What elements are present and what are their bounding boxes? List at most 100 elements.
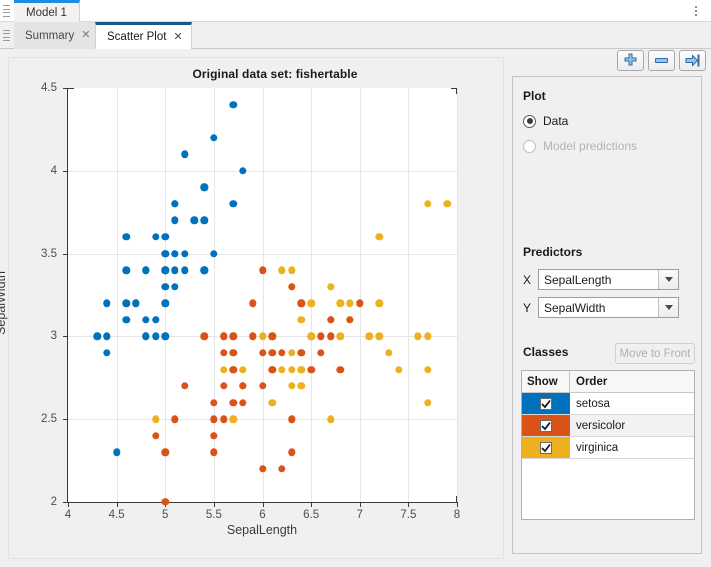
data-point-virginica <box>219 365 228 374</box>
show-checkbox-setosa[interactable] <box>540 397 552 410</box>
y-tick-label: 3 <box>50 330 57 343</box>
x-axis-label: SepalLength <box>226 523 298 537</box>
data-point-versicolor <box>210 415 218 423</box>
data-point-setosa <box>171 200 179 208</box>
data-point-versicolor <box>307 365 315 374</box>
chevron-down-icon-x[interactable] <box>658 270 678 289</box>
show-checkbox-virginica[interactable] <box>540 441 552 454</box>
x-tick-label: 7 <box>356 509 363 521</box>
data-point-setosa <box>103 349 111 357</box>
data-point-virginica <box>385 349 393 357</box>
drag-grip-icon-2 <box>3 30 10 41</box>
classes-table: Show Order setosa versicolor virginica <box>521 370 695 520</box>
table-row[interactable]: setosa <box>522 393 694 415</box>
x-predictor-select[interactable]: SepalLength <box>538 269 679 290</box>
tab-scatter-plot[interactable]: Scatter Plot ✕ <box>95 22 192 49</box>
radio-plot-data[interactable]: Data <box>523 114 568 128</box>
content-area: Original data set: fishertable 4 4.5 5 5.5 6… <box>0 49 711 567</box>
scatter-plot-figure: Original data set: fishertable 4 4.5 5 5.5 6… <box>0 57 504 559</box>
tab-summary[interactable]: Summary ✕ <box>14 22 100 49</box>
data-point-versicolor <box>210 448 218 457</box>
data-point-virginica <box>365 332 374 341</box>
data-point-setosa <box>180 150 189 158</box>
zoom-out-button[interactable] <box>648 50 675 71</box>
radio-button-icon-model-predictions <box>523 139 536 153</box>
page-title: Original data set: fishertable <box>192 67 358 81</box>
data-point-versicolor <box>161 448 169 457</box>
zoom-in-button[interactable] <box>617 50 644 71</box>
gridline-vertical <box>213 88 215 502</box>
data-point-setosa <box>103 299 111 307</box>
move-to-front-label: Move to Front <box>619 347 691 360</box>
class-color-swatch-virginica[interactable] <box>522 437 570 458</box>
y-tick-label: 2 <box>50 496 57 508</box>
x-tick <box>116 502 118 507</box>
y-tick <box>63 419 68 421</box>
data-point-setosa <box>142 316 150 324</box>
class-color-swatch-setosa[interactable] <box>522 393 570 414</box>
data-point-virginica <box>326 283 335 291</box>
y-predictor-select[interactable]: SepalWidth <box>538 297 679 318</box>
data-point-versicolor <box>287 415 296 423</box>
move-to-front-button[interactable]: Move to Front <box>615 343 695 364</box>
data-point-versicolor <box>210 398 218 407</box>
data-point-virginica <box>414 332 422 341</box>
data-point-setosa <box>161 266 169 274</box>
data-point-setosa <box>171 249 179 258</box>
data-point-versicolor <box>278 465 286 473</box>
data-point-setosa <box>161 249 169 258</box>
classes-table-header: Show Order <box>522 371 694 393</box>
close-icon-summary[interactable]: ✕ <box>81 30 90 41</box>
radio-button-icon-data <box>523 114 536 128</box>
data-point-versicolor <box>200 332 208 341</box>
data-point-setosa <box>161 283 169 291</box>
column-header-order: Order <box>576 375 608 388</box>
y-tick-label: 4 <box>50 164 57 177</box>
x-tick-label: 4.5 <box>108 509 125 521</box>
plot-axes[interactable]: 4 4.5 5 5.5 6 6.5 7 7.5 8 2 2.5 3 3.5 4 4.5 <box>41 82 460 521</box>
data-point-setosa <box>239 167 247 175</box>
data-point-virginica <box>297 382 306 390</box>
data-point-versicolor <box>229 365 238 374</box>
data-point-setosa <box>161 332 169 341</box>
document-tab-strip: Summary ✕ Scatter Plot ✕ <box>0 22 711 49</box>
data-point-versicolor <box>317 332 325 341</box>
plot-controls-panel: Plot Data Model predictions Predictors X… <box>512 76 702 554</box>
data-point-versicolor <box>258 382 267 390</box>
show-checkbox-versicolor[interactable] <box>540 419 552 432</box>
close-icon-scatter-plot[interactable]: ✕ <box>173 31 182 43</box>
table-row[interactable]: virginica <box>522 437 694 459</box>
table-row[interactable]: versicolor <box>522 415 694 437</box>
data-point-versicolor <box>229 349 238 357</box>
data-point-versicolor <box>229 332 238 341</box>
kebab-menu-icon[interactable] <box>689 3 703 19</box>
data-point-versicolor <box>239 398 247 407</box>
data-point-versicolor <box>297 349 306 357</box>
gridline-vertical <box>359 88 361 502</box>
tab-scatter-plot-label: Scatter Plot <box>107 31 167 43</box>
data-point-versicolor <box>219 349 228 357</box>
x-tick <box>457 502 458 507</box>
data-point-versicolor <box>249 299 257 307</box>
data-point-virginica <box>287 365 296 374</box>
class-name-setosa: setosa <box>570 393 694 414</box>
x-tick-label: 4 <box>64 509 72 521</box>
data-point-setosa <box>151 332 160 341</box>
gridline-vertical <box>165 88 167 502</box>
x-tick <box>262 502 264 507</box>
data-point-setosa <box>122 266 131 274</box>
class-color-swatch-versicolor[interactable] <box>522 415 570 436</box>
data-point-virginica <box>239 365 247 374</box>
gridline-horizontal <box>68 419 457 421</box>
tab-model-1[interactable]: Model 1 <box>14 0 80 22</box>
data-point-virginica <box>424 332 432 341</box>
pan-button[interactable] <box>679 50 706 71</box>
data-point-virginica <box>229 415 238 423</box>
x-tick-label: 7.5 <box>400 509 417 521</box>
chevron-down-icon-y[interactable] <box>658 298 678 317</box>
radio-model-predictions[interactable]: Model predictions <box>523 139 637 153</box>
data-point-virginica <box>375 332 383 341</box>
data-point-versicolor <box>219 332 228 341</box>
y-tick <box>63 253 68 255</box>
data-point-setosa <box>171 266 179 274</box>
